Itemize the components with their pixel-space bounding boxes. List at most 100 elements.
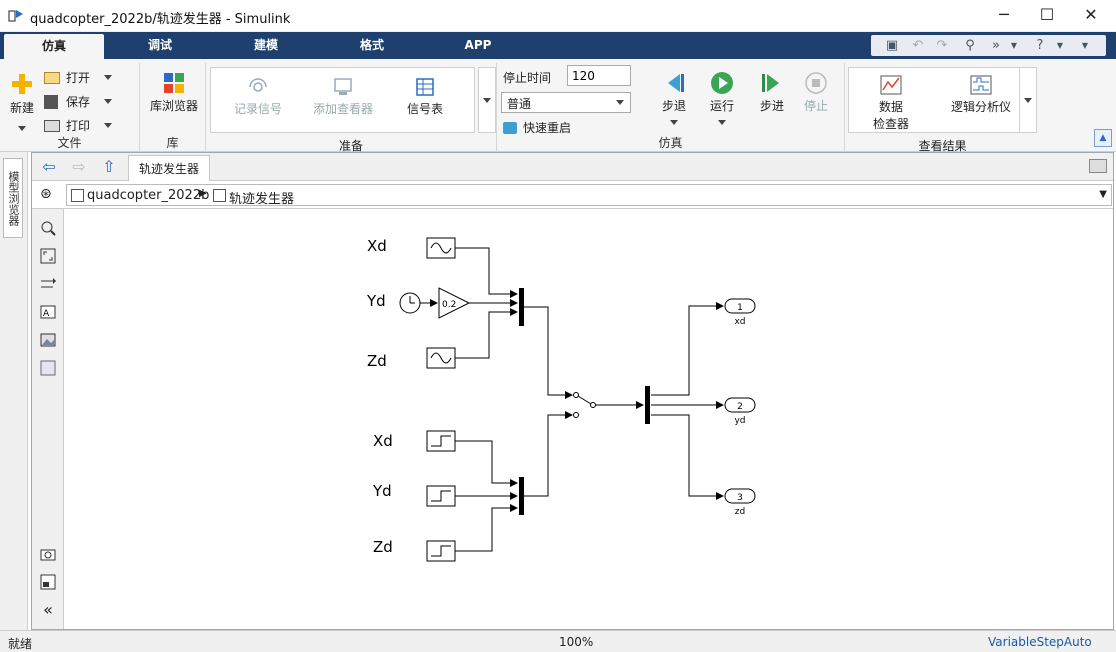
breadcrumb-model[interactable]: quadcopter_2022b xyxy=(87,188,209,203)
outport-yd[interactable]: 2 yd xyxy=(724,397,756,426)
breadcrumb-subsystem[interactable]: 轨迹发生器 xyxy=(229,188,294,207)
simulation-mode-select[interactable]: 普通 xyxy=(501,92,631,113)
block-diagram: Xd Yd Zd Xd Yd Zd 0.2 1 xd 2 yd 3 zd xyxy=(366,237,756,562)
maximize-button[interactable]: ☐ xyxy=(1024,0,1070,30)
stop-time-label: 停止时间 xyxy=(503,71,552,85)
library-browser-button[interactable]: 库浏览器 xyxy=(146,71,202,114)
chevron-down-icon[interactable]: ▼ xyxy=(1076,37,1094,54)
step-block-3[interactable] xyxy=(426,540,456,562)
outport-xd[interactable]: 1 xd xyxy=(724,298,756,327)
title-bar: quadcopter_2022b/轨迹发生器 - Simulink ─ ☐ ✕ xyxy=(0,0,1116,32)
image-icon[interactable] xyxy=(39,331,57,349)
library-section-label: 库 xyxy=(166,136,179,150)
stop-icon xyxy=(805,72,827,94)
window-title: quadcopter_2022b/轨迹发生器 - Simulink xyxy=(30,12,291,27)
back-arrow-icon[interactable]: ⇦ xyxy=(38,158,60,176)
save-icon xyxy=(44,94,58,109)
ribbon-tab-bar: 仿真 调试 建模 格式 APP ▣ ↶ ↷ ⚲ » ▼ ? ▼ ▼ xyxy=(0,32,1116,59)
step-forward-button[interactable]: 步进 xyxy=(755,71,789,114)
tab-apps[interactable]: APP xyxy=(428,32,528,59)
undo-icon[interactable]: ↶ xyxy=(909,37,927,54)
clock-block[interactable] xyxy=(399,292,421,314)
mux-block-1[interactable] xyxy=(519,288,524,326)
property-inspector-icon[interactable] xyxy=(39,573,57,591)
svg-text:xd: xd xyxy=(734,317,745,327)
minimize-button[interactable]: ─ xyxy=(981,0,1027,30)
chevron-down-icon[interactable]: ▼ xyxy=(1051,37,1069,54)
manual-switch-block[interactable] xyxy=(573,392,596,418)
zoom-level: 100% xyxy=(559,635,594,649)
gain-block[interactable]: 0.2 xyxy=(438,287,471,319)
tab-debug[interactable]: 调试 xyxy=(110,32,210,59)
help-icon[interactable]: ? xyxy=(1031,37,1049,54)
close-button[interactable]: ✕ xyxy=(1068,0,1114,30)
viewer-icon xyxy=(334,78,352,95)
signal-table-button[interactable]: 信号表 xyxy=(395,76,455,117)
table-icon xyxy=(416,78,434,96)
stop-button[interactable]: 停止 xyxy=(799,71,833,114)
simulate-section-label: 仿真 xyxy=(658,136,683,150)
step-block-2[interactable] xyxy=(426,485,456,507)
area-icon[interactable] xyxy=(39,359,57,377)
data-inspector-icon xyxy=(880,75,902,95)
label-yd-2: Yd xyxy=(372,482,392,500)
tab-format[interactable]: 格式 xyxy=(322,32,422,59)
label-yd-1: Yd xyxy=(366,292,386,310)
fast-restart-icon xyxy=(503,121,517,134)
signal-lines xyxy=(420,247,724,552)
demux-block[interactable] xyxy=(645,386,650,424)
step-back-button[interactable]: 步退 xyxy=(657,71,691,128)
new-button[interactable]: 新建 xyxy=(6,71,38,134)
sine-wave-block-1[interactable] xyxy=(426,237,456,259)
annotation-icon[interactable]: A xyxy=(39,303,57,321)
save-icon[interactable]: ▣ xyxy=(883,37,901,54)
forward-arrow-icon[interactable]: ⇨ xyxy=(68,158,90,176)
chevron-down-icon[interactable]: ▼ xyxy=(1005,37,1023,54)
log-signals-button[interactable]: 记录信号 xyxy=(223,76,293,117)
left-side-panel: 模型浏览器 xyxy=(0,152,28,630)
chevron-down-icon xyxy=(104,123,112,128)
tab-modeling[interactable]: 建模 xyxy=(216,32,316,59)
stop-time-input[interactable] xyxy=(567,65,631,86)
step-back-icon xyxy=(668,74,684,92)
screenshot-icon[interactable] xyxy=(39,545,57,563)
review-gallery-expand-button[interactable] xyxy=(1019,67,1037,133)
address-bar: ⊛ quadcopter_2022b ▶ 轨迹发生器 ▼ xyxy=(32,181,1113,209)
add-viewer-button[interactable]: 添加查看器 xyxy=(305,76,381,117)
up-arrow-icon[interactable]: ⇧ xyxy=(98,158,120,176)
outport-zd[interactable]: 3 zd xyxy=(724,488,756,517)
data-inspector-button[interactable]: 数据 检查器 xyxy=(861,74,921,132)
tab-trajectory-generator[interactable]: 轨迹发生器 xyxy=(128,155,211,181)
context-help-icon[interactable]: » xyxy=(987,37,1005,54)
subsystem-icon xyxy=(213,189,226,202)
hide-show-icon[interactable]: ⊛ xyxy=(40,186,52,202)
folder-icon xyxy=(44,71,60,84)
logic-analyzer-button[interactable]: 逻辑分析仪 xyxy=(941,74,1021,115)
library-grid-icon xyxy=(164,73,184,93)
chevron-down-icon[interactable]: ▼ xyxy=(1099,189,1107,200)
step-block-1[interactable] xyxy=(426,430,456,452)
status-text: 就绪 xyxy=(8,637,33,651)
prepare-gallery-expand-button[interactable] xyxy=(478,67,496,133)
label-xd-1: Xd xyxy=(367,237,387,255)
fit-to-view-icon[interactable] xyxy=(39,247,57,265)
svg-text:zd: zd xyxy=(735,507,745,517)
model-browser-tab[interactable]: 模型浏览器 xyxy=(3,158,23,238)
signal-line-icon[interactable] xyxy=(39,275,57,293)
svg-text:A: A xyxy=(43,309,50,319)
redo-icon[interactable]: ↷ xyxy=(933,37,951,54)
keyboard-icon[interactable] xyxy=(1089,159,1107,173)
model-canvas[interactable]: Xd Yd Zd Xd Yd Zd 0.2 1 xd 2 yd 3 zd xyxy=(65,210,1113,629)
zoom-icon[interactable] xyxy=(39,219,57,237)
mux-block-2[interactable] xyxy=(519,477,524,515)
collapse-toolbar-icon[interactable]: « xyxy=(39,601,57,619)
run-button[interactable]: 运行 xyxy=(705,71,739,128)
save-button[interactable]: 保存 xyxy=(44,93,112,113)
sine-wave-block-2[interactable] xyxy=(426,347,456,369)
tab-simulation[interactable]: 仿真 xyxy=(4,34,104,59)
open-button[interactable]: 打开 xyxy=(44,69,112,89)
step-forward-icon xyxy=(762,74,779,92)
collapse-ribbon-button[interactable]: ▲ xyxy=(1094,129,1112,147)
search-icon[interactable]: ⚲ xyxy=(961,37,979,54)
solver-link[interactable]: VariableStepAuto xyxy=(988,635,1092,649)
